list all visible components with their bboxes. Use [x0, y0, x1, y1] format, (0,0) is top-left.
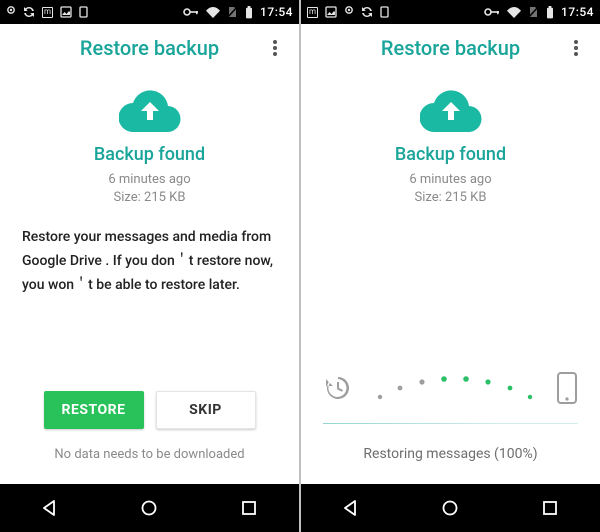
- page-title: Restore backup: [80, 36, 219, 60]
- more-menu-button[interactable]: [259, 32, 291, 64]
- status-bar: m 17:54: [0, 0, 299, 24]
- nav-back-button[interactable]: [321, 492, 381, 524]
- backup-heading: Backup found: [395, 144, 506, 165]
- status-bar: m 17:54: [301, 0, 600, 24]
- nav-bar: [301, 484, 600, 532]
- restore-description: Restore your messages and media from Goo…: [22, 226, 277, 297]
- restore-button[interactable]: RESTORE: [44, 391, 144, 429]
- battery-icon: [245, 6, 253, 19]
- phone-right: m 17:54 Restore backup Backup found: [301, 0, 600, 532]
- progress-divider: [323, 423, 578, 424]
- backup-size: Size: 215 KB: [409, 189, 491, 207]
- location-icon: [344, 6, 354, 18]
- phone-icon: [556, 371, 578, 405]
- image-icon: [60, 6, 72, 18]
- app-bar: Restore backup: [301, 24, 600, 72]
- sync-icon: [361, 6, 373, 18]
- bottom-actions: RESTORE SKIP No data needs to be downloa…: [0, 391, 299, 462]
- history-icon: [323, 373, 353, 403]
- sync-icon: [23, 6, 35, 18]
- more-menu-button[interactable]: [560, 32, 592, 64]
- backup-time: 6 minutes ago: [409, 171, 491, 189]
- vpn-key-icon: [183, 7, 199, 17]
- app-bar: Restore backup: [0, 24, 299, 72]
- page-title: Restore backup: [381, 36, 520, 60]
- app-badge-icon: m: [42, 7, 53, 18]
- skip-button[interactable]: SKIP: [156, 391, 256, 429]
- backup-heading: Backup found: [94, 144, 205, 165]
- vpn-key-icon: [484, 7, 500, 17]
- no-sim-icon: [227, 6, 238, 18]
- image-icon: [325, 6, 337, 18]
- nav-recent-button[interactable]: [520, 492, 580, 524]
- location-icon: [6, 6, 16, 18]
- battery-icon: [546, 6, 554, 19]
- phone-left: m 17:54 Restore backup Backup found 6: [0, 0, 299, 532]
- clock: 17:54: [561, 5, 594, 19]
- nav-bar: [0, 484, 299, 532]
- progress-text: Restoring messages (100%): [363, 446, 537, 462]
- app-badge-icon: m: [307, 7, 318, 18]
- transfer-dots-icon: [353, 371, 556, 405]
- backup-meta: 6 minutes ago Size: 215 KB: [409, 171, 491, 206]
- nav-home-button[interactable]: [420, 492, 480, 524]
- backup-meta: 6 minutes ago Size: 215 KB: [108, 171, 190, 206]
- backup-size: Size: 215 KB: [108, 189, 190, 207]
- progress-area: Restoring messages (100%): [301, 371, 600, 462]
- cloud-upload-icon: [420, 88, 482, 132]
- nav-home-button[interactable]: [119, 492, 179, 524]
- download-status: No data needs to be downloaded: [54, 447, 244, 462]
- no-sim-icon: [528, 6, 539, 18]
- device-icon: [79, 6, 88, 18]
- nav-recent-button[interactable]: [219, 492, 279, 524]
- device-icon: [380, 6, 389, 18]
- wifi-icon: [206, 7, 220, 18]
- wifi-icon: [507, 7, 521, 18]
- nav-back-button[interactable]: [20, 492, 80, 524]
- clock: 17:54: [260, 5, 293, 19]
- cloud-upload-icon: [119, 88, 181, 132]
- backup-time: 6 minutes ago: [108, 171, 190, 189]
